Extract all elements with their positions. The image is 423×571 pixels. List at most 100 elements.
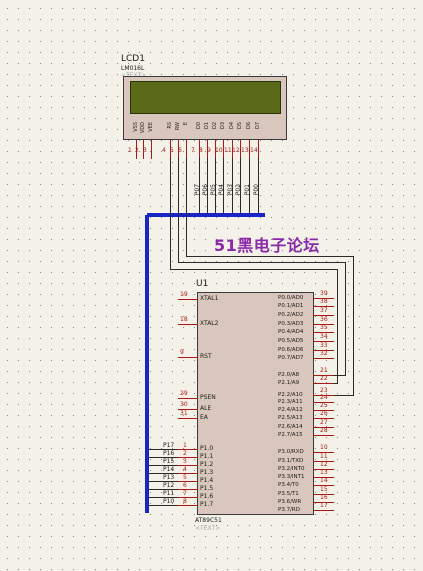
mcu-pin-number: 33 <box>320 342 328 349</box>
mcu-pin-number: 22 <box>320 375 328 382</box>
mcu-p1-pin <box>178 497 198 498</box>
rs-wire <box>170 158 171 270</box>
net-label: P02 <box>235 184 242 196</box>
mcu-pin-number: 14 <box>320 477 328 484</box>
mcu-pin-number: 26 <box>320 410 328 417</box>
lcd-pin-number: 8 <box>199 147 203 154</box>
lcd-pin-name: VSS <box>133 122 139 132</box>
lcd-pin-number: 13 <box>241 147 249 154</box>
lcd-pin-name: VEE <box>148 122 154 132</box>
mcu-pin-name: P2.3/A11 <box>278 399 303 405</box>
mcu-pin-number: 10 <box>320 444 328 451</box>
mcu-pin-number: 15 <box>320 486 328 493</box>
lcd-pin-name: D1 <box>204 122 210 130</box>
mcu-pin-name: ALE <box>200 405 212 412</box>
mcu-pin-name: PSEN <box>200 394 216 401</box>
mcu-pin-name: P3.0/RXD <box>278 449 304 455</box>
lcd-pin-name: D5 <box>237 122 243 130</box>
mcu-pin-number: 31 <box>180 410 188 417</box>
mcu-p1-pin <box>178 465 198 466</box>
watermark-text: 51黑电子论坛 <box>214 236 320 255</box>
mcu-pin-number: 17 <box>320 502 328 509</box>
net-label: P07 <box>194 184 201 196</box>
mcu-pin-name: P1.0 <box>200 445 214 452</box>
lcd-pin-name: D0 <box>196 122 202 130</box>
mcu-pin-name: P2.6/A14 <box>278 424 303 430</box>
lcd-pin-name: D3 <box>220 122 226 130</box>
mcu-pin-number: 34 <box>320 333 328 340</box>
mcu-pin-number: 27 <box>320 419 328 426</box>
mcu-pin-name: P0.7/AD7 <box>278 355 304 361</box>
mcu-p1-pin <box>178 473 198 474</box>
mcu-pin-number: 2 <box>183 450 187 457</box>
mcu-pin-name: P2.7/A15 <box>278 432 303 438</box>
mcu-pin-number: 24 <box>320 394 328 401</box>
mcu-pin-name: XTAL1 <box>200 295 219 302</box>
net-label: P14 <box>163 466 175 473</box>
net-label: P04 <box>218 184 225 196</box>
mcu-pin-name: P2.0/A8 <box>278 372 300 378</box>
lcd-pin-number: 12 <box>232 147 240 154</box>
lcd-pin-name: VDD <box>140 122 146 134</box>
lcd-pin-number: 6 <box>178 147 182 154</box>
mcu-pin-name: P0.1/AD1 <box>278 303 304 309</box>
mcu-right-pin <box>314 383 334 384</box>
net-label: P17 <box>163 442 175 449</box>
schematic-canvas[interactable]: LCD1LM016L<TEXT>VSS1VDD2VEE3RS4RW5E6D07D… <box>0 0 423 571</box>
rw-wire <box>345 262 346 376</box>
bus-left <box>145 215 149 513</box>
lcd-screen <box>130 81 281 114</box>
mcu-pin-name: P3.1/TXD <box>278 458 304 464</box>
lcd-pin-name: D6 <box>246 122 252 130</box>
mcu-left-pin <box>178 418 198 419</box>
mcu-part-label: AT89C51 <box>195 517 222 524</box>
bus-top <box>147 213 265 217</box>
mcu-pin-number: 32 <box>320 350 328 357</box>
mcu-p1-pin <box>178 457 198 458</box>
net-label: P00 <box>253 184 260 196</box>
lcd-pin-name: RW <box>175 122 181 131</box>
rs-wire <box>170 269 338 270</box>
e-wire <box>353 256 354 396</box>
mcu-pin-number: 9 <box>180 349 184 356</box>
mcu-p1-pin <box>178 505 198 506</box>
lcd-data-wire <box>232 158 233 206</box>
lcd-pin-number: 1 <box>128 147 132 154</box>
lcd-pin-number: 10 <box>215 147 223 154</box>
mcu-pin-number: 25 <box>320 402 328 409</box>
mcu-pin-name: P3.5/T1 <box>278 491 299 497</box>
net-label: P03 <box>227 184 234 196</box>
lcd-pin-name: D7 <box>255 122 261 130</box>
net-label: P11 <box>163 490 175 497</box>
lcd-pin-number: 14 <box>250 147 258 154</box>
lcd-pin-name: D4 <box>229 122 235 130</box>
lcd-pin-number: 4 <box>162 147 166 154</box>
mcu-p1-pin <box>178 489 198 490</box>
mcu-pin-name: P0.6/AD6 <box>278 347 304 353</box>
mcu-pin-name: P0.4/AD4 <box>278 329 304 335</box>
mcu-pin-name: P1.7 <box>200 501 214 508</box>
lcd-pin-number: 3 <box>143 147 147 154</box>
mcu-pin-name: P3.6/WR <box>278 499 302 505</box>
mcu-left-pin <box>178 398 198 399</box>
lcd-pin-number: 7 <box>191 147 195 154</box>
lcd-pin-name: E <box>183 122 189 126</box>
lcd-pin-stub <box>151 140 152 159</box>
lcd-data-wire <box>249 158 250 206</box>
p1-bus-wire <box>149 505 179 506</box>
mcu-right-pin <box>314 358 334 359</box>
net-label: P01 <box>244 184 251 196</box>
mcu-pin-name: P1.2 <box>200 461 214 468</box>
mcu-pin-number: 39 <box>320 290 328 297</box>
mcu-pin-number: 8 <box>183 498 187 505</box>
net-label: P06 <box>202 184 209 196</box>
rs-wire <box>337 269 338 384</box>
mcu-pin-number: 6 <box>183 482 187 489</box>
mcu-left-pin <box>178 357 198 358</box>
lcd-pin-number: 11 <box>224 147 232 154</box>
lcd-data-wire <box>199 158 200 206</box>
mcu-left-pin <box>178 299 198 300</box>
mcu-pin-number: 5 <box>183 474 187 481</box>
e-wire <box>186 256 354 257</box>
mcu-pin-number: 13 <box>320 469 328 476</box>
